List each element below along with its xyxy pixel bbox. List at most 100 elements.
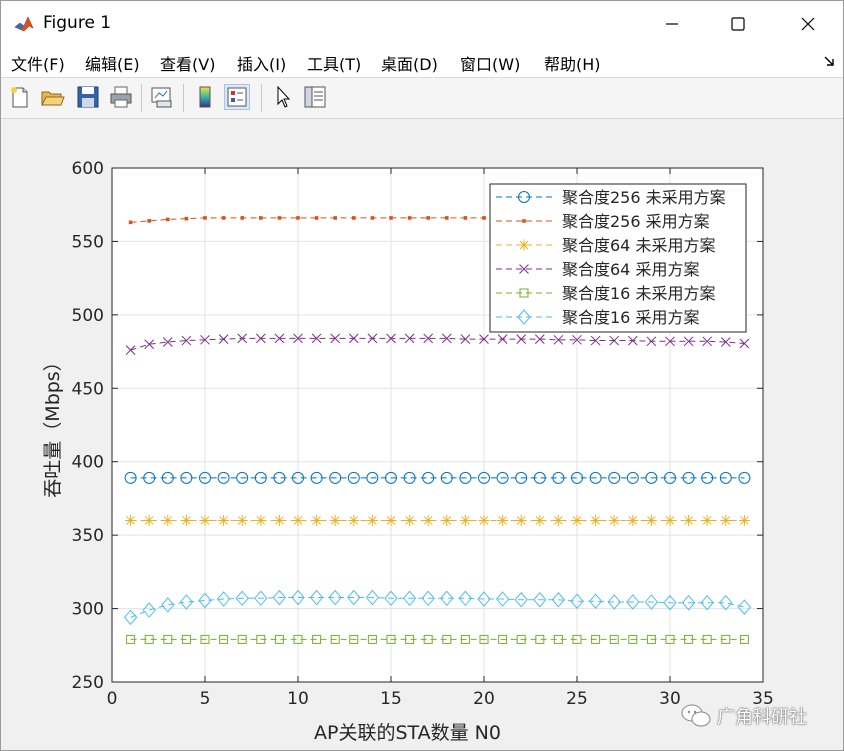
property-inspector-button[interactable] [302, 84, 328, 110]
close-icon [801, 17, 815, 31]
data-point [478, 514, 490, 526]
maximize-button[interactable] [707, 1, 769, 47]
data-point [701, 514, 713, 526]
x-tick-label: 15 [380, 689, 402, 709]
data-point [518, 239, 530, 251]
legend-label: 聚合度64 未采用方案 [562, 236, 715, 255]
matlab-logo-icon [13, 13, 35, 35]
data-point [273, 514, 285, 526]
data-point [441, 514, 453, 526]
data-point [404, 514, 416, 526]
menu-file[interactable]: 文件(F) [11, 51, 65, 75]
legend-label: 聚合度256 未采用方案 [562, 188, 726, 207]
figure-window: Figure 1 文件(F) 编辑(E) 查看(V) 插入(I) 工具(T) 桌… [0, 0, 844, 751]
y-tick-label: 300 [72, 600, 104, 620]
data-point [311, 514, 323, 526]
data-point [166, 217, 170, 222]
data-point [329, 514, 341, 526]
x-tick-label: 10 [287, 689, 309, 709]
link-plot-icon [151, 87, 172, 108]
menu-help[interactable]: 帮助(H) [544, 51, 601, 75]
x-tick-label: 0 [107, 689, 118, 709]
open-file-button[interactable] [39, 84, 65, 110]
data-point [255, 514, 267, 526]
data-point [445, 216, 449, 220]
menu-view[interactable]: 查看(V) [160, 51, 215, 75]
maximize-icon [731, 17, 745, 31]
x-tick-label: 20 [473, 689, 495, 709]
save-disk-icon [77, 86, 99, 108]
x-tick-label: 25 [566, 689, 588, 709]
toolbar-separator [141, 84, 142, 112]
menu-bar: 文件(F) 编辑(E) 查看(V) 插入(I) 工具(T) 桌面(D) 窗口(W… [1, 47, 843, 78]
data-point [463, 216, 468, 220]
data-point [143, 514, 155, 526]
legend-label: 聚合度16 未采用方案 [562, 284, 715, 303]
figure-canvas: 0 5 10 15 20 25 30 35 250 300 350 400 450 500 550 600 A… [1, 119, 843, 750]
data-point [199, 514, 211, 526]
y-tick-label: 600 [72, 159, 104, 179]
data-point [683, 514, 695, 526]
x-axis-label: AP关联的STA数量 N0 [314, 722, 501, 744]
wechat-logo-icon [681, 704, 711, 727]
window-title: Figure 1 [43, 13, 112, 33]
watermark: 广角科研社 [681, 701, 807, 731]
data-point [147, 219, 151, 223]
tool-bar [1, 78, 843, 119]
y-tick-label: 450 [72, 379, 104, 399]
menu-insert[interactable]: 插入(I) [237, 51, 286, 75]
x-tick-label: 30 [659, 689, 681, 709]
y-tick-label: 250 [72, 673, 104, 693]
y-tick-label: 350 [72, 526, 104, 546]
x-tick-label: 5 [200, 689, 211, 709]
data-point [590, 514, 602, 526]
data-point [497, 514, 509, 526]
new-file-icon [11, 87, 28, 108]
close-button[interactable] [777, 1, 839, 47]
data-point [738, 514, 750, 526]
minimize-button[interactable] [641, 1, 703, 47]
link-plot-button[interactable] [149, 84, 175, 110]
data-point [370, 216, 375, 220]
y-tick-label: 400 [72, 453, 104, 473]
data-point [221, 216, 226, 220]
print-figure-button[interactable] [108, 84, 134, 110]
data-point [422, 514, 434, 526]
data-point [333, 216, 337, 220]
data-point [236, 514, 248, 526]
data-point [522, 219, 526, 223]
data-point [407, 216, 412, 220]
legend-label: 聚合度16 采用方案 [562, 308, 699, 327]
save-figure-button[interactable] [75, 84, 101, 110]
data-point [203, 216, 207, 220]
data-point [627, 514, 639, 526]
data-point [125, 514, 137, 526]
data-point [240, 216, 244, 220]
menu-desktop[interactable]: 桌面(D) [381, 51, 438, 75]
y-tick-label: 500 [72, 306, 104, 326]
new-figure-button[interactable] [7, 84, 33, 110]
data-point [352, 216, 356, 220]
data-point [645, 514, 657, 526]
data-point [348, 514, 360, 526]
menu-tools[interactable]: 工具(T) [307, 51, 361, 75]
data-point [720, 514, 732, 526]
insert-colorbar-button[interactable] [192, 84, 218, 110]
data-point [218, 514, 230, 526]
data-point [571, 514, 583, 526]
data-point [277, 216, 282, 220]
insert-legend-button[interactable] [224, 84, 250, 110]
menu-window[interactable]: 窗口(W) [460, 51, 520, 75]
edit-plot-button[interactable] [270, 84, 296, 110]
menu-edit[interactable]: 编辑(E) [85, 51, 140, 75]
watermark-text: 广角科研社 [717, 707, 807, 728]
printer-icon [110, 86, 132, 108]
data-point [608, 514, 620, 526]
data-point [296, 216, 300, 220]
data-point [664, 514, 676, 526]
legend-icon [227, 87, 247, 107]
data-point [426, 216, 430, 220]
data-point [389, 216, 393, 220]
menu-overflow-arrow-icon[interactable] [823, 55, 835, 67]
data-point [184, 216, 189, 221]
